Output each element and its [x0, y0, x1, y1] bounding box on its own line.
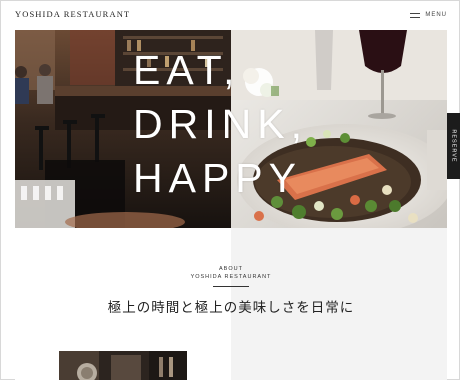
hero-headline-line-3: HAPPY [133, 155, 302, 201]
site-title[interactable]: YOSHIDA RESTAURANT [15, 9, 130, 19]
about-photo [59, 351, 187, 380]
site-header: YOSHIDA RESTAURANT MENU [15, 9, 447, 21]
hero-section: EAT, DRINK, HAPPY [15, 30, 447, 228]
about-kicker: ABOUT YOSHIDA RESTAURANT [15, 265, 447, 281]
about-section: ABOUT YOSHIDA RESTAURANT 極上の時間と極上の美味しさを日… [15, 228, 447, 380]
about-divider [213, 286, 249, 287]
about-lead: 極上の時間と極上の美味しさを日常に [107, 300, 355, 316]
reserve-tab[interactable]: RESERVE [447, 113, 460, 179]
hero-headline-line-1: EAT, [133, 47, 241, 93]
menu-label: MENU [425, 12, 447, 18]
hamburger-icon[interactable] [410, 12, 421, 18]
about-kicker-line-1: ABOUT [219, 266, 243, 272]
reserve-label: RESERVE [451, 129, 457, 163]
page-frame: YOSHIDA RESTAURANT MENU EAT, DRINK, HAPP… [0, 0, 460, 380]
hero-headline-line-2: DRINK, [133, 101, 308, 147]
menu-button[interactable]: MENU [410, 9, 447, 21]
about-kicker-line-2: YOSHIDA RESTAURANT [190, 274, 272, 280]
hero-headline: EAT, DRINK, HAPPY [133, 43, 433, 205]
